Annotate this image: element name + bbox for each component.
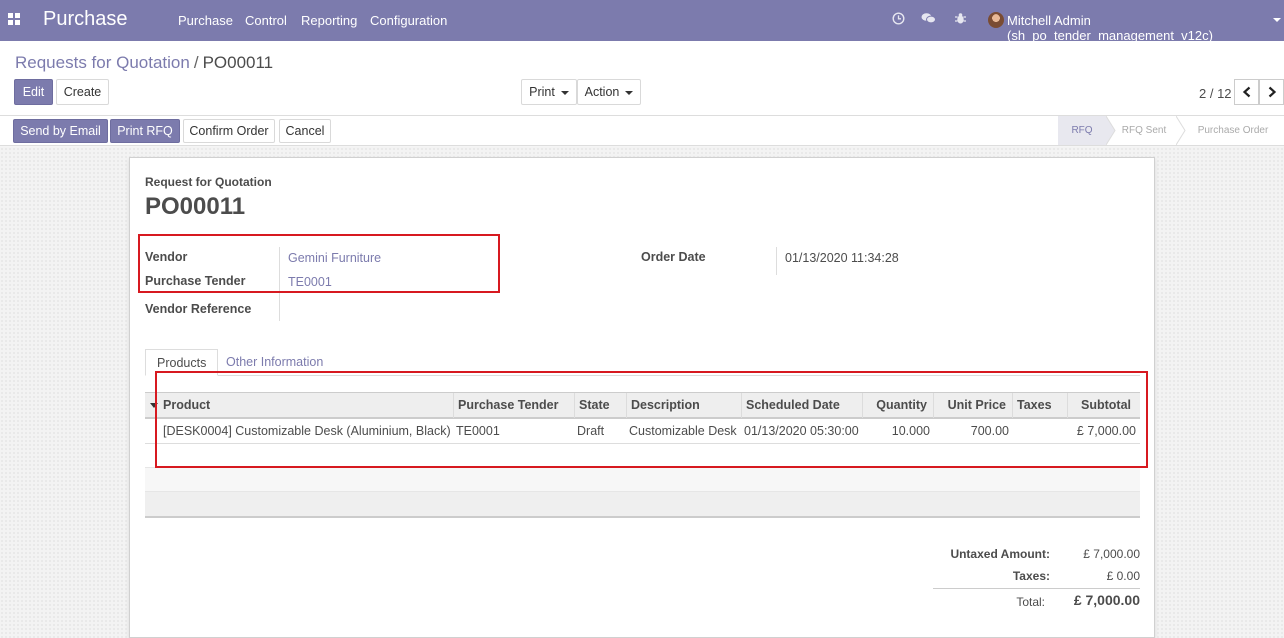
menu-control[interactable]: Control (245, 13, 287, 28)
chevron-right-icon (1268, 86, 1277, 98)
order-date-label: Order Date (641, 250, 706, 264)
breadcrumb-separator: / (193, 53, 199, 72)
highlight-box-order-lines (155, 371, 1148, 468)
breadcrumb-parent[interactable]: Requests for Quotation (15, 53, 190, 72)
clock-icon[interactable] (891, 12, 905, 26)
print-label: Print (529, 85, 555, 99)
caret-down-icon (625, 90, 634, 95)
stage-purchase-order[interactable]: Purchase Order (1188, 116, 1278, 145)
user-menu[interactable]: Mitchell Admin (sh_po_tender_management_… (1007, 13, 1284, 43)
field-divider (776, 247, 777, 275)
pager-previous-button[interactable] (1234, 79, 1259, 105)
bug-icon[interactable] (953, 12, 967, 26)
action-dropdown[interactable]: Action (577, 79, 641, 105)
chat-icon[interactable] (921, 12, 936, 26)
breadcrumb-current: PO00011 (202, 53, 274, 72)
order-date-field[interactable]: 01/13/2020 11:34:28 (785, 251, 899, 265)
empty-row (145, 468, 1140, 492)
totals-divider (933, 588, 1140, 589)
pager-value[interactable]: 2 / 12 (1199, 86, 1232, 101)
total-label: Total: (1016, 595, 1045, 609)
untaxed-amount-label: Untaxed Amount: (950, 547, 1050, 561)
pager-next-button[interactable] (1259, 79, 1284, 105)
table-footer (145, 492, 1140, 518)
form-statusbar: Send by Email Print RFQ Confirm Order Ca… (0, 116, 1284, 146)
doc-type-label: Request for Quotation (145, 175, 272, 189)
edit-button[interactable]: Edit (14, 79, 53, 105)
stage-rfq[interactable]: RFQ (1058, 116, 1106, 145)
top-navbar: Purchase Purchase Control Reporting Conf… (0, 0, 1284, 43)
action-label: Action (584, 85, 620, 99)
menu-reporting[interactable]: Reporting (301, 13, 357, 28)
send-by-email-button[interactable]: Send by Email (13, 119, 108, 143)
stage-rfq-sent[interactable]: RFQ Sent (1114, 116, 1174, 145)
taxes-label: Taxes: (1012, 569, 1050, 583)
avatar[interactable] (988, 12, 1004, 28)
control-panel: Requests for Quotation / PO00011 Edit Crea… (0, 41, 1284, 116)
form-sheet: Request for Quotation PO00011 Vendor Pur… (129, 157, 1155, 638)
untaxed-amount-value: £ 7,000.00 (1083, 547, 1140, 561)
user-chevron-down-icon[interactable] (1273, 18, 1281, 22)
highlight-box-vendor-tender (138, 234, 500, 293)
app-title[interactable]: Purchase (43, 8, 128, 31)
create-button[interactable]: Create (56, 79, 109, 105)
breadcrumb: Requests for Quotation / PO00011 (15, 53, 273, 73)
stage-arrow (1176, 116, 1186, 145)
menu-purchase[interactable]: Purchase (178, 13, 233, 28)
apps-grid-icon[interactable] (8, 13, 22, 27)
print-rfq-button[interactable]: Print RFQ (110, 119, 180, 143)
caret-down-icon (560, 90, 569, 95)
chevron-left-icon (1242, 86, 1251, 98)
confirm-order-button[interactable]: Confirm Order (183, 119, 275, 143)
taxes-value: £ 0.00 (1106, 569, 1140, 583)
total-value: £ 7,000.00 (1073, 592, 1140, 608)
cancel-button[interactable]: Cancel (279, 119, 331, 143)
print-dropdown[interactable]: Print (521, 79, 577, 105)
vendor-reference-label: Vendor Reference (145, 302, 252, 316)
record-name: PO00011 (145, 193, 246, 220)
menu-configuration[interactable]: Configuration (370, 13, 447, 28)
